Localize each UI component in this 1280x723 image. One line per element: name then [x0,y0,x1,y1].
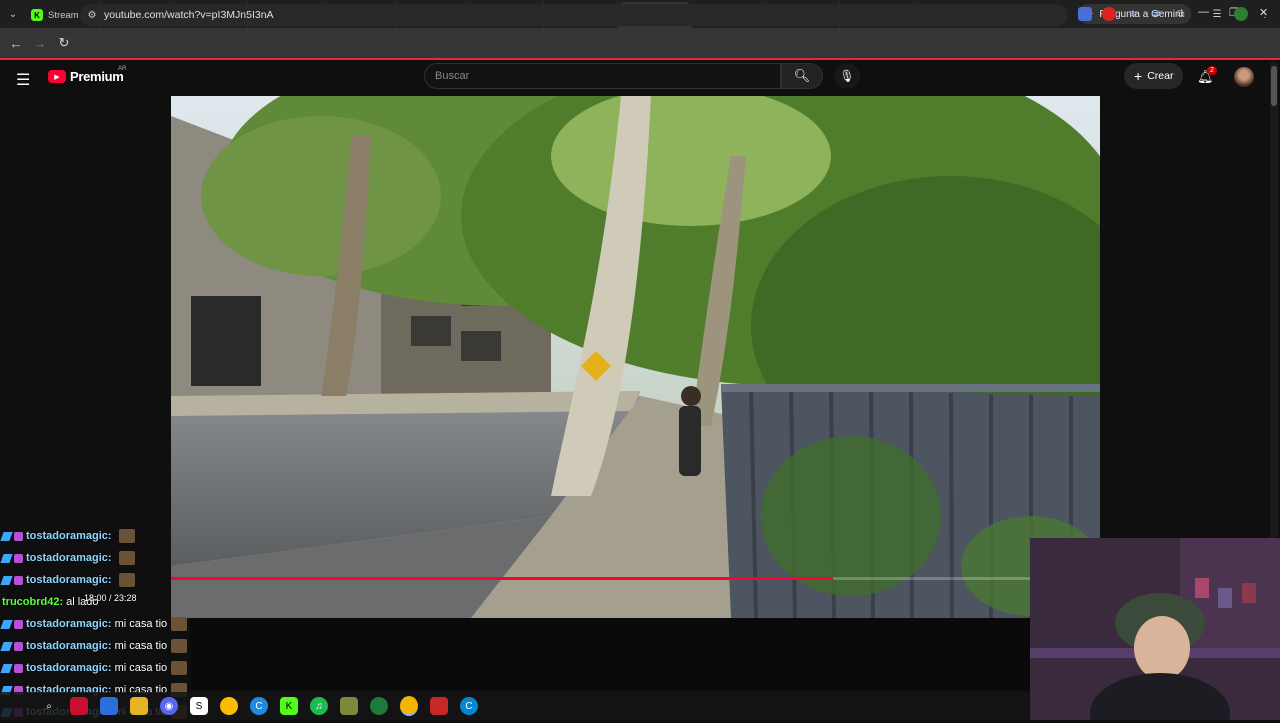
chat-username: tostadoramagic: [26,574,112,586]
chat-username: trucobrd42: [2,596,64,608]
site-info-icon[interactable]: ⚙ [80,10,104,21]
browser-menu-icon[interactable]: ⋮ [1258,7,1272,21]
address-bar-row: ← → ↻ [0,28,1280,58]
chrome-active-icon[interactable] [400,696,418,716]
tab-search-icon[interactable]: ⌄ [0,0,26,28]
app-2-icon[interactable] [100,697,118,715]
video-frame [171,96,1100,618]
chat-message: tostadoramagic:mi casa tio [0,635,202,657]
forward-icon[interactable]: → [28,36,52,51]
badge-icon [0,663,13,673]
region-code: AR [118,66,127,72]
webcam-overlay [1030,538,1280,720]
chat-username: tostadoramagic: [26,618,112,630]
extension-2-icon[interactable] [1102,7,1116,21]
emote-icon [118,573,135,587]
badge-icon [0,531,13,541]
chat-username: tostadoramagic: [26,662,112,674]
badge-icon [0,619,13,629]
youtube-play-icon: ▶ [48,70,66,83]
app-3-icon[interactable]: S [190,697,208,715]
search-icon: 🔍︎ [793,68,811,83]
app-1-icon[interactable] [70,697,88,715]
app-4-icon[interactable]: C [250,697,268,715]
side-panel-icon[interactable]: ☰ [1210,7,1224,21]
logo-text: Premium [70,69,124,84]
emote-icon [171,661,188,675]
chat-text: mi casa tio [114,662,168,674]
badge-icon [0,641,13,651]
below-video-area [190,618,1030,690]
subscriber-badge-icon [14,575,23,585]
kick-icon[interactable]: K [280,697,298,715]
video-time-display: 18:00 / 23:28 [84,593,137,603]
emote-icon [171,617,188,631]
video-progress-bar[interactable] [171,577,1031,580]
microphone-icon: 🎙︎ [839,69,855,83]
tab-title: Stream - I [48,9,83,21]
extension-1-icon[interactable] [1078,7,1092,21]
chat-username: tostadoramagic: [26,552,112,564]
scrollbar-thumb[interactable] [1271,66,1277,106]
badge-icon [0,575,13,585]
app-8-icon[interactable]: C [460,697,478,715]
subscriber-badge-icon [14,531,23,541]
search-input[interactable]: Buscar [424,63,781,89]
profile-icon[interactable] [1234,7,1248,21]
subscriber-badge-icon [14,663,23,673]
video-progress-fill [171,577,834,580]
menu-icon[interactable]: ☰ [16,70,30,90]
back-icon[interactable]: ← [4,36,28,51]
chat-message: tostadoramagic: [0,525,202,547]
app-6-icon[interactable] [370,697,388,715]
reload-icon[interactable]: ↻ [52,35,76,51]
folder-icon[interactable] [130,697,148,715]
notification-badge: 2 [1207,66,1217,75]
subscriber-badge-icon [14,553,23,563]
url-text: youtube.com/watch?v=pI3MJn5I3nA [104,9,274,21]
kick-favicon-icon: K [31,9,43,21]
chat-text: mi casa tio [114,640,168,652]
puzzle-icon[interactable]: ⧉ [1174,7,1188,21]
search-placeholder: Buscar [435,70,470,82]
chat-message: tostadoramagic: [0,547,202,569]
chrome-icon[interactable] [220,697,238,715]
chat-message: tostadoramagic:mi casa tio [0,613,202,635]
app-7-icon[interactable] [430,697,448,715]
youtube-logo[interactable]: ▶ Premium AR [48,66,127,84]
url-field[interactable]: ⚙ youtube.com/watch?v=pI3MJn5I3nA [80,4,1068,26]
translate-icon[interactable]: ⇄ [1150,7,1164,21]
search-button[interactable]: 🔍︎ [781,63,823,89]
create-label: Crear [1147,70,1174,82]
chat-text: mi casa tio [114,618,168,630]
extension-3-icon[interactable]: ≋ [1126,7,1140,21]
emote-icon [171,639,188,653]
extension-icons: ≋ ⇄ ⧉ ☰ ⋮ [1078,7,1272,21]
create-button[interactable]: + Crear [1124,63,1184,89]
spotify-icon[interactable]: ♫ [310,697,328,715]
app-5-icon[interactable] [340,697,358,715]
youtube-header: ☰ ▶ Premium AR Buscar 🔍︎ 🎙︎ + Crear 🔔︎ 2 [0,60,1280,96]
chat-username: tostadoramagic: [26,530,112,542]
webcam-frame [1030,538,1280,720]
emote-icon [118,529,135,543]
video-player[interactable] [171,96,1100,618]
emote-icon [118,551,135,565]
chat-message: tostadoramagic: [0,569,202,591]
subscriber-badge-icon [14,641,23,651]
chat-username: tostadoramagic: [26,640,112,652]
voice-search-button[interactable]: 🎙︎ [834,63,860,89]
taskbar: ⌕ ◉ S C K ♫ C [0,692,1070,720]
subscriber-badge-icon [14,619,23,629]
account-avatar[interactable] [1234,67,1254,87]
badge-icon [0,553,13,563]
search-icon[interactable]: ⌕ [40,697,58,715]
discord-icon[interactable]: ◉ [160,697,178,715]
chat-message: tostadoramagic:mi casa tio [0,657,202,679]
plus-icon: + [1134,68,1143,84]
